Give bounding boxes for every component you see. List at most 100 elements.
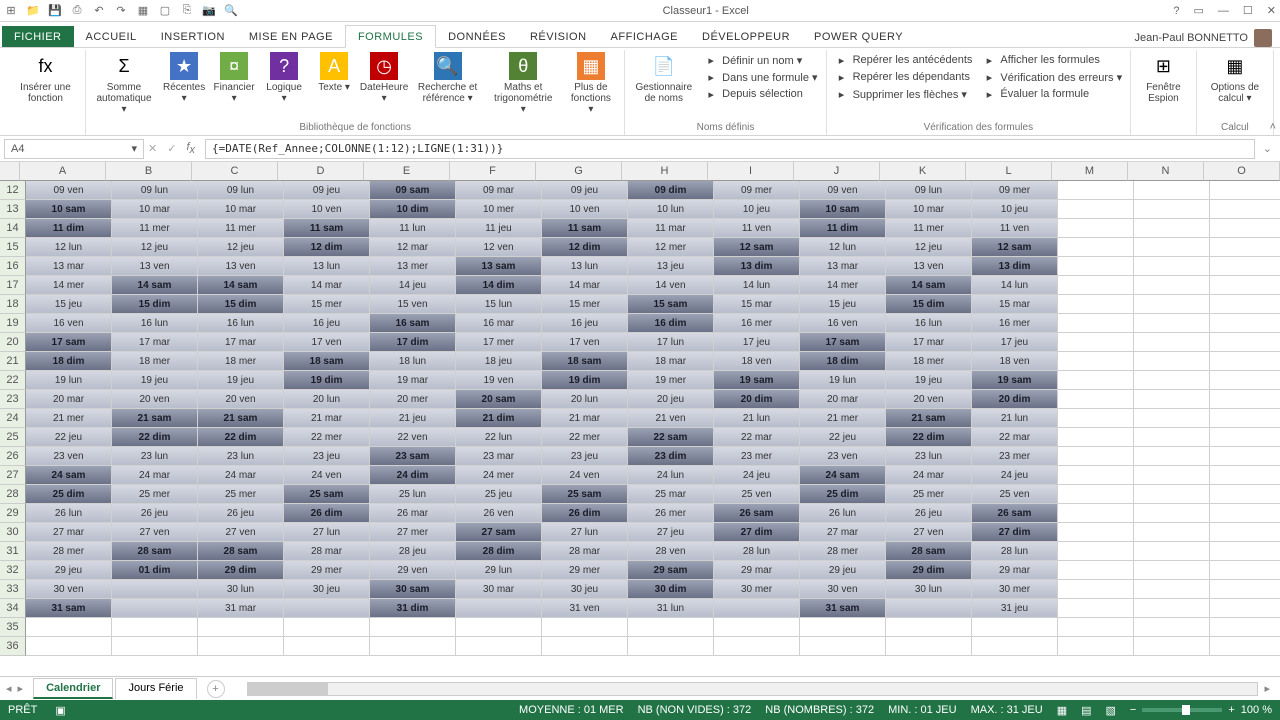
cell[interactable]: 19 dim <box>542 371 628 390</box>
cell[interactable] <box>972 618 1058 637</box>
cell[interactable] <box>1134 238 1210 257</box>
cell[interactable]: 09 jeu <box>542 181 628 200</box>
tab-power-query[interactable]: POWER QUERY <box>802 26 915 47</box>
cell[interactable]: 27 mer <box>370 523 456 542</box>
enter-icon[interactable]: ✓ <box>167 142 176 155</box>
cell[interactable]: 28 jeu <box>370 542 456 561</box>
row-header[interactable]: 24 <box>0 409 26 428</box>
cell[interactable]: 22 ven <box>370 428 456 447</box>
trace-dependents-button[interactable]: ▸Repérer les dépendants <box>833 69 975 85</box>
cell[interactable]: 14 jeu <box>370 276 456 295</box>
cell[interactable]: 30 mer <box>972 580 1058 599</box>
preview-icon[interactable]: 🔍 <box>224 4 238 18</box>
user-account[interactable]: Jean-Paul BONNETTO <box>1134 29 1280 47</box>
cell[interactable]: 24 mar <box>198 466 284 485</box>
cell[interactable] <box>1134 599 1210 618</box>
cell[interactable]: 11 ven <box>972 219 1058 238</box>
folder-icon[interactable]: 📁 <box>26 4 40 18</box>
cell[interactable]: 28 mar <box>542 542 628 561</box>
collapse-ribbon-icon[interactable]: ˄ <box>1270 121 1276 133</box>
chart-icon[interactable]: ▦ <box>136 4 150 18</box>
cell[interactable] <box>1210 352 1280 371</box>
cell[interactable]: 22 dim <box>198 428 284 447</box>
cell[interactable] <box>1058 295 1134 314</box>
cell[interactable]: 16 mer <box>972 314 1058 333</box>
cell[interactable]: 23 dim <box>628 447 714 466</box>
cell[interactable]: 23 jeu <box>542 447 628 466</box>
saveas-icon[interactable]: ⎙ <box>70 4 84 18</box>
cell[interactable]: 09 lun <box>886 181 972 200</box>
cell[interactable]: 19 jeu <box>198 371 284 390</box>
cell[interactable]: 24 sam <box>800 466 886 485</box>
cell[interactable]: 15 mer <box>284 295 370 314</box>
cell[interactable]: 15 mer <box>542 295 628 314</box>
cell[interactable] <box>1058 390 1134 409</box>
recent-button[interactable]: ★Récentes ▾ <box>162 50 206 106</box>
cell[interactable]: 12 ven <box>456 238 542 257</box>
cell[interactable]: 10 lun <box>628 200 714 219</box>
cell[interactable]: 17 ven <box>284 333 370 352</box>
sheet-tab[interactable]: Calendrier <box>33 678 113 699</box>
cell[interactable]: 16 mer <box>714 314 800 333</box>
cell[interactable]: 25 mer <box>112 485 198 504</box>
cell[interactable]: 12 mer <box>628 238 714 257</box>
cell[interactable]: 24 jeu <box>972 466 1058 485</box>
cell[interactable]: 22 mar <box>714 428 800 447</box>
cell[interactable] <box>1134 219 1210 238</box>
fx-icon[interactable]: fx <box>186 141 195 156</box>
cell[interactable]: 28 mer <box>26 542 112 561</box>
cell[interactable]: 29 mer <box>542 561 628 580</box>
cell[interactable] <box>1134 618 1210 637</box>
cell[interactable] <box>456 618 542 637</box>
cell[interactable] <box>26 637 112 656</box>
autosum-button[interactable]: ΣSomme automatique ▾ <box>92 50 156 117</box>
cell[interactable] <box>1058 219 1134 238</box>
cell[interactable]: 16 dim <box>628 314 714 333</box>
row-header[interactable]: 12 <box>0 181 26 200</box>
datetime-button[interactable]: ◷DateHeure ▾ <box>362 50 406 106</box>
cell[interactable]: 23 lun <box>198 447 284 466</box>
row-header[interactable]: 17 <box>0 276 26 295</box>
row-header[interactable]: 14 <box>0 219 26 238</box>
add-sheet-button[interactable]: + <box>207 680 225 698</box>
cell[interactable]: 23 mar <box>456 447 542 466</box>
row-header[interactable]: 32 <box>0 561 26 580</box>
view-layout-icon[interactable]: ▤ <box>1081 704 1091 717</box>
cell[interactable]: 15 mar <box>972 295 1058 314</box>
cell[interactable] <box>1134 295 1210 314</box>
cell[interactable]: 22 mar <box>972 428 1058 447</box>
excel-icon[interactable]: ⊞ <box>4 4 18 18</box>
cell[interactable]: 24 sam <box>26 466 112 485</box>
cell[interactable] <box>1134 276 1210 295</box>
cells[interactable]: 09 ven09 lun09 lun09 jeu09 sam09 mar09 j… <box>26 181 1280 676</box>
tab-révision[interactable]: RÉVISION <box>518 26 599 47</box>
cell[interactable] <box>198 618 284 637</box>
cell[interactable]: 26 jeu <box>112 504 198 523</box>
cell[interactable] <box>628 637 714 656</box>
cell[interactable] <box>1058 314 1134 333</box>
redo-icon[interactable]: ↷ <box>114 4 128 18</box>
cell[interactable] <box>628 618 714 637</box>
name-manager-button[interactable]: 📄Gestionnaire de noms <box>631 50 696 106</box>
cell[interactable]: 11 dim <box>800 219 886 238</box>
cell[interactable]: 27 mar <box>800 523 886 542</box>
cell[interactable]: 27 jeu <box>628 523 714 542</box>
cell[interactable]: 10 ven <box>284 200 370 219</box>
cell[interactable]: 20 ven <box>198 390 284 409</box>
cell[interactable] <box>112 580 198 599</box>
cell[interactable] <box>1210 447 1280 466</box>
cell[interactable]: 28 mar <box>284 542 370 561</box>
cell[interactable] <box>112 599 198 618</box>
cell[interactable]: 12 sam <box>972 238 1058 257</box>
cell[interactable]: 27 ven <box>112 523 198 542</box>
from-selection-button[interactable]: ▸Depuis sélection <box>702 86 819 102</box>
cell[interactable]: 14 sam <box>198 276 284 295</box>
cell[interactable]: 24 lun <box>628 466 714 485</box>
cell[interactable] <box>1210 314 1280 333</box>
calc-options-button[interactable]: ▦Options de calcul ▾ <box>1203 50 1267 106</box>
cell[interactable] <box>1210 561 1280 580</box>
watch-window-button[interactable]: ⊞Fenêtre Espion <box>1137 50 1190 106</box>
cell[interactable]: 29 dim <box>886 561 972 580</box>
cell[interactable]: 26 sam <box>714 504 800 523</box>
cell[interactable] <box>1058 276 1134 295</box>
